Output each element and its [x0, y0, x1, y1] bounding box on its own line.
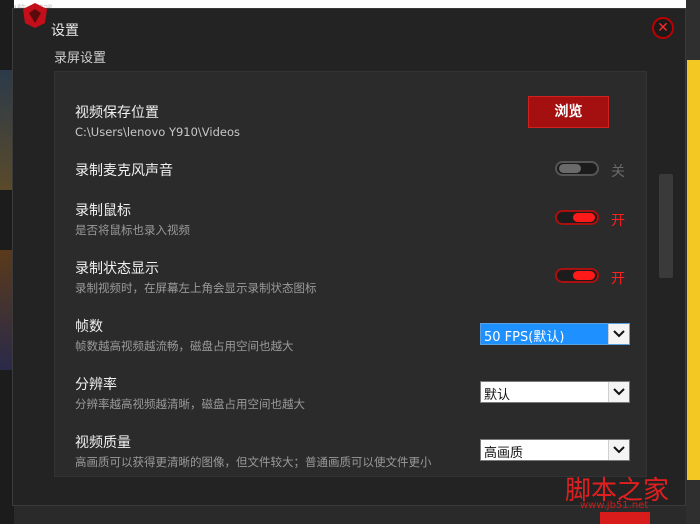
quality-select[interactable]: 高画质	[480, 439, 630, 461]
settings-panel: 视频保存位置 C:\Users\lenovo Y910\Videos 浏览 录制…	[54, 71, 647, 477]
fps-title: 帧数	[75, 319, 103, 335]
dialog-title: 设置	[51, 23, 79, 39]
quality-title: 视频质量	[75, 435, 131, 451]
save-location-title: 视频保存位置	[75, 105, 159, 121]
fps-desc: 帧数越高视频越流畅，磁盘占用空间也越大	[75, 339, 294, 353]
record-mouse-toggle[interactable]	[555, 210, 599, 225]
close-icon[interactable]: ✕	[657, 20, 669, 36]
record-mouse-state: 开	[611, 213, 625, 229]
toggle-knob	[573, 213, 595, 222]
record-mouse-desc: 是否将鼠标也录入视频	[75, 223, 190, 237]
fps-select-value: 50 FPS(默认)	[484, 330, 565, 345]
record-mic-title: 录制麦克风声音	[75, 163, 173, 179]
chevron-down-icon[interactable]	[608, 324, 629, 344]
toggle-knob	[573, 271, 595, 280]
toggle-knob	[559, 164, 581, 173]
close-button[interactable]: ✕	[652, 17, 674, 39]
record-mic-toggle[interactable]	[555, 161, 599, 176]
record-mic-state: 关	[611, 164, 625, 180]
resolution-title: 分辨率	[75, 377, 117, 393]
quality-desc: 高画质可以获得更清晰的图像，但文件较大；普通画质可以使文件更小	[75, 455, 432, 469]
save-location-path: C:\Users\lenovo Y910\Videos	[75, 125, 241, 139]
record-mouse-title: 录制鼠标	[75, 203, 131, 219]
scrollbar-thumb[interactable]	[659, 174, 673, 278]
record-status-toggle[interactable]	[555, 268, 599, 283]
chevron-down-icon[interactable]	[608, 382, 629, 402]
resolution-desc: 分辨率越高视频越清晰，磁盘占用空间也越大	[75, 397, 305, 411]
watermark-url: www.jb51.net	[580, 500, 649, 511]
resolution-select-value: 默认	[484, 388, 511, 403]
record-status-title: 录制状态显示	[75, 261, 159, 277]
background-red-block	[600, 512, 650, 524]
quality-select-value: 高画质	[484, 446, 524, 461]
browse-button[interactable]: 浏览	[528, 96, 609, 128]
app-logo-icon	[23, 3, 47, 28]
background-banner	[687, 60, 700, 480]
settings-dialog: 设置 ✕ 录屏设置 视频保存位置 C:\Users\lenovo Y910\Vi…	[12, 3, 686, 506]
resolution-select[interactable]: 默认	[480, 381, 630, 403]
record-status-state: 开	[611, 271, 625, 287]
record-status-desc: 录制视频时，在屏幕左上角会显示录制状态图标	[75, 281, 317, 295]
section-title: 录屏设置	[54, 51, 107, 66]
chevron-down-icon[interactable]	[608, 440, 629, 460]
fps-select[interactable]: 50 FPS(默认)	[480, 323, 630, 345]
